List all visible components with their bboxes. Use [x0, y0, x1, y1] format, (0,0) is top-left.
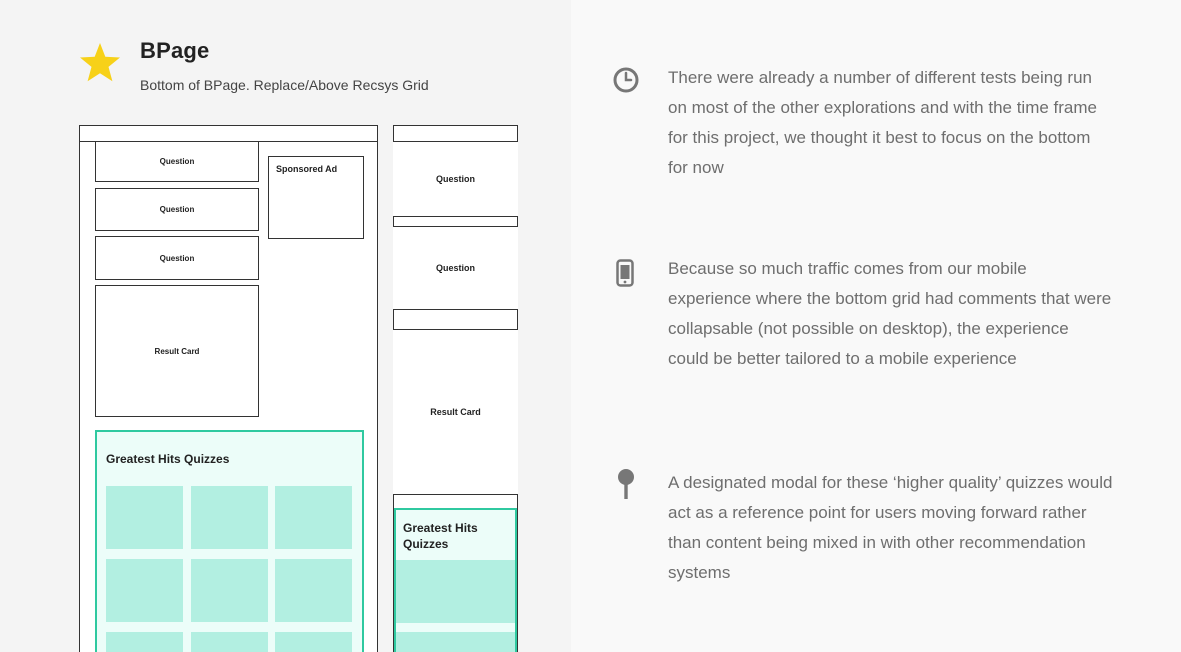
page-title: BPage: [140, 38, 210, 63]
star-icon: [80, 43, 120, 82]
quiz-tile: [396, 632, 515, 652]
quiz-tile: [191, 486, 268, 549]
quiz-tile: [106, 486, 183, 549]
result-card-box: Result Card: [393, 329, 518, 495]
result-card-box: Result Card: [95, 285, 259, 417]
question-box: Question: [95, 236, 259, 280]
pin-icon: [618, 469, 634, 499]
sponsored-ad-box: Sponsored Ad: [268, 156, 364, 239]
mobile-wireframe: Question Question Result Card Greatest H…: [393, 125, 518, 652]
greatest-hits-module: Greatest Hits Quizzes: [95, 430, 364, 652]
quiz-tile: [275, 486, 352, 549]
question-box: Question: [95, 188, 259, 231]
greatest-hits-title-line: Quizzes: [403, 537, 449, 551]
question-box: Question: [393, 141, 518, 217]
quiz-tile: [106, 559, 183, 622]
question-box: Question: [393, 226, 518, 310]
note-text: Because so much traffic comes from our m…: [668, 259, 1112, 368]
mobile-phone-icon: [616, 259, 634, 287]
greatest-hits-title: Greatest Hits Quizzes: [403, 520, 478, 552]
quiz-tile: [191, 632, 268, 652]
greatest-hits-title-line: Greatest Hits: [403, 521, 478, 535]
quiz-tile: [106, 632, 183, 652]
greatest-hits-title: Greatest Hits Quizzes: [106, 452, 230, 466]
clock-icon: [613, 67, 639, 93]
question-box: Question: [95, 141, 259, 182]
note-text: There were already a number of different…: [668, 68, 1098, 177]
desktop-wireframe: Question Question Question Sponsored Ad …: [79, 125, 378, 652]
left-panel: BPage Bottom of BPage. Replace/Above Rec…: [0, 0, 571, 652]
greatest-hits-module: Greatest Hits Quizzes: [394, 508, 517, 652]
quiz-tile: [191, 559, 268, 622]
page-subtitle: Bottom of BPage. Replace/Above Recsys Gr…: [140, 77, 429, 93]
note-text: A designated modal for these ‘higher qua…: [668, 473, 1113, 582]
quiz-tile: [275, 632, 352, 652]
quiz-tile: [275, 559, 352, 622]
quiz-tile: [396, 560, 515, 623]
